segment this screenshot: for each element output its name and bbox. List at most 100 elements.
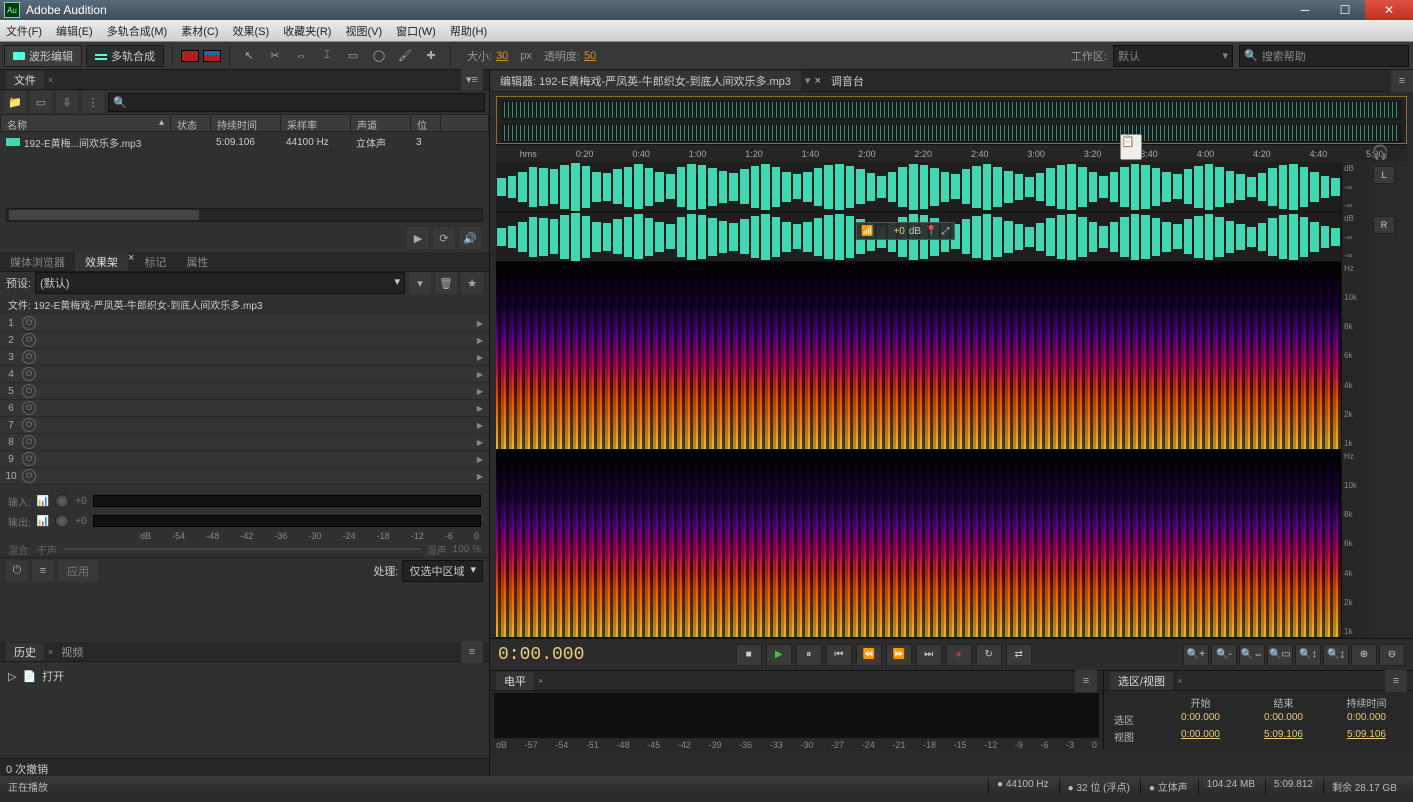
brush-tool[interactable]: 🖌 [394,45,416,67]
menu-item[interactable]: 编辑(E) [56,23,93,39]
workspace-dropdown[interactable]: 默认 ▾ [1113,45,1233,67]
waveform-left-channel[interactable] [496,162,1341,212]
power-icon[interactable]: ⏻ [22,469,36,483]
help-search[interactable]: 🔍 搜索帮助 [1239,45,1409,67]
power-icon[interactable]: ⏻ [22,384,36,398]
heal-tool[interactable]: ✚ [420,45,442,67]
chevron-right-icon[interactable]: ▶ [477,404,483,413]
spectral-color-swatch[interactable] [181,50,199,62]
delete-preset-icon[interactable]: 🗑 [435,272,457,294]
chevron-right-icon[interactable]: ▶ [477,336,483,345]
chevron-right-icon[interactable]: ▶ [477,353,483,362]
chevron-right-icon[interactable]: ▶ [477,370,483,379]
favorite-icon[interactable]: ★ [461,272,483,294]
chevron-right-icon[interactable]: ▶ [477,472,483,481]
menu-item[interactable]: 效果(S) [233,23,270,39]
mixer-tab[interactable]: 调音台 [821,71,874,91]
fx-tab[interactable]: 媒体浏览器 [0,252,75,271]
chevron-right-icon[interactable]: ▶ [477,421,483,430]
power-icon[interactable]: ⏻ [22,401,36,415]
right-channel-button[interactable]: R [1373,216,1395,234]
close-icon[interactable]: × [48,75,53,85]
options-icon[interactable]: ⋮ [82,91,104,113]
rewind-button[interactable]: ⏪ [856,644,882,666]
skip-selection-button[interactable]: ⇄ [1006,644,1032,666]
input-value[interactable]: +0 [75,496,86,507]
search-input[interactable]: 搜索帮助 [1262,48,1306,64]
fx-slot[interactable]: 5⏻▶ [0,383,489,400]
record-button[interactable]: ● [946,644,972,666]
input-knob[interactable] [55,494,69,508]
chevron-right-icon[interactable]: ▶ [477,387,483,396]
fx-tab[interactable]: 效果架 [75,252,128,271]
panel-menu-icon[interactable]: ≡ [461,641,483,663]
menu-item[interactable]: 文件(F) [6,23,42,39]
menu-item[interactable]: 帮助(H) [450,23,487,39]
files-search[interactable]: 🔍 [108,93,485,112]
fx-slot[interactable]: 4⏻▶ [0,366,489,383]
power-icon[interactable]: ⏻ [22,316,36,330]
time-ruler[interactable]: hms0:200:401:001:201:402:002:202:403:003… [496,144,1407,162]
go-to-end-button[interactable]: ⏭ [916,644,942,666]
column-header[interactable]: 采样率 [281,115,351,131]
loop-button[interactable]: ↻ [976,644,1002,666]
panel-menu-icon[interactable]: ≡ [1391,70,1413,92]
editor-dropdown-icon[interactable]: ▾ [801,74,815,87]
process-dropdown[interactable]: 仅选中区域 ▾ [402,560,483,582]
chevron-right-icon[interactable]: ▶ [477,455,483,464]
fx-tab[interactable]: 属性 [176,252,218,271]
open-file-icon[interactable]: 📁 [4,91,26,113]
menu-item[interactable]: 窗口(W) [396,23,436,39]
levels-tab[interactable]: 电平 [496,672,534,690]
slip-tool[interactable]: ⇔ [290,45,312,67]
forward-button[interactable]: ⏩ [886,644,912,666]
column-header[interactable]: 位 [411,115,441,131]
razor-tool[interactable]: ✂ [264,45,286,67]
preview-autoplay-button[interactable]: 🔊 [459,227,481,249]
left-channel-button[interactable]: L [1373,166,1395,184]
close-icon[interactable]: × [1177,676,1182,686]
new-file-icon[interactable]: ▭ [30,91,52,113]
fx-slot[interactable]: 1⏻▶ [0,315,489,332]
mix-slider[interactable] [63,548,421,550]
fx-slot[interactable]: 2⏻▶ [0,332,489,349]
fx-slot[interactable]: 9⏻▶ [0,451,489,468]
zoom-in-vert-button[interactable]: 🔍↕ [1295,644,1321,666]
selection-tab[interactable]: 选区/视图 [1110,672,1173,690]
window-minimize-button[interactable]: ─ [1285,0,1325,20]
power-icon[interactable]: ⏻ [22,452,36,466]
move-tool[interactable]: ↖ [238,45,260,67]
headphone-icon[interactable] [1372,144,1389,161]
power-icon[interactable]: ⏻ [22,333,36,347]
column-header[interactable]: 持续时间 [211,115,281,131]
files-hscrollbar[interactable] [6,208,483,222]
import-icon[interactable]: ⇩ [56,91,78,113]
pin-icon[interactable]: 📍 [925,226,937,237]
pause-button[interactable]: ⏸ [796,644,822,666]
menu-item[interactable]: 视图(V) [345,23,382,39]
opacity-value[interactable]: 50 [584,50,596,62]
gain-value[interactable]: +0 [893,226,904,237]
fx-list-button[interactable]: ≡ [32,560,54,582]
go-to-start-button[interactable]: ⏮ [826,644,852,666]
preview-play-button[interactable]: ▶ [407,227,429,249]
overview-navigator[interactable]: 🔍 [496,96,1407,144]
menubar[interactable]: 文件(F)编辑(E)多轨合成(M)素材(C)效果(S)收藏夹(R)视图(V)窗口… [0,20,1413,42]
fx-slot[interactable]: 3⏻▶ [0,349,489,366]
fx-slot[interactable]: 10⏻▶ [0,468,489,485]
fx-slot[interactable]: 8⏻▶ [0,434,489,451]
editor-tab[interactable]: 编辑器: 192-E黄梅戏-严凤英-牛郎织女-到底人间欢乐多.mp3 [490,71,801,91]
mix-percent[interactable]: 100 % [453,544,481,555]
files-tab[interactable]: 文件 [6,71,44,89]
panel-menu-icon[interactable]: ▾≡ [461,69,483,91]
history-item[interactable]: ▷ 📄 打开 [8,666,481,686]
history-tab[interactable]: 视频 [53,643,91,661]
fx-slot[interactable]: 7⏻▶ [0,417,489,434]
timecode-display[interactable]: 0:00.000 [498,645,584,665]
menu-item[interactable]: 多轨合成(M) [107,23,168,39]
window-close-button[interactable]: ✕ [1365,0,1413,20]
close-icon[interactable]: × [538,676,543,686]
size-value[interactable]: 30 [496,50,508,62]
lasso-tool[interactable]: ◯ [368,45,390,67]
column-header[interactable]: 状态 [171,115,211,131]
